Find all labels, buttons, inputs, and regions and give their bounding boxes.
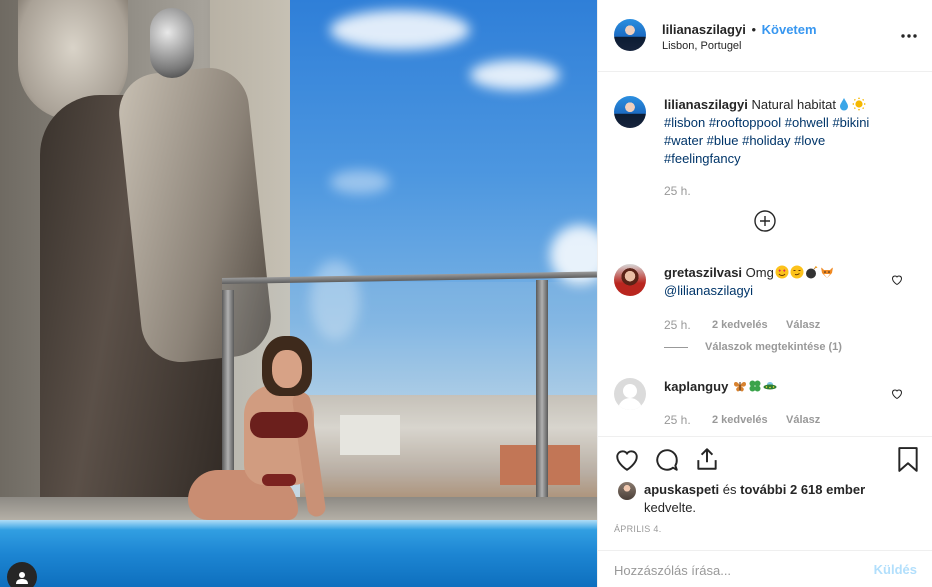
caption: lilianaszilagyi Natural habitat #lisbon …: [664, 96, 914, 168]
submit-comment-button[interactable]: Küldés: [874, 562, 917, 577]
post-photo[interactable]: [0, 0, 597, 587]
author-line: lilianaszilagyi • Követem: [662, 22, 817, 37]
pool-water: [0, 520, 597, 587]
bomb-emoji: [805, 265, 818, 279]
comment-form: Küldés: [598, 550, 932, 587]
liker-avatar[interactable]: [618, 482, 636, 500]
comment-likes[interactable]: 2 kedvelés: [712, 319, 768, 331]
post-side-panel: lilianaszilagyi • Követem Lisbon, Portug…: [597, 0, 932, 587]
hashtag-link[interactable]: #holiday: [742, 133, 790, 148]
location-link[interactable]: Lisbon, Portugel: [662, 40, 742, 52]
caption-avatar[interactable]: [614, 96, 646, 128]
hashtag-link[interactable]: #rooftoppool: [709, 115, 781, 130]
comment-username[interactable]: gretaszilvasi: [664, 265, 742, 280]
comment-item: gretaszilvasi Omg @lilianaszilagyi: [664, 264, 889, 300]
fox-emoji: [820, 267, 833, 278]
caption-username[interactable]: lilianaszilagyi: [664, 97, 748, 112]
comment-icon[interactable]: [654, 447, 680, 473]
cloud: [330, 10, 470, 50]
ufo-emoji: [763, 382, 777, 390]
reply-button[interactable]: Válasz: [786, 414, 820, 426]
post-date[interactable]: ÁPRILIS 4.: [614, 524, 662, 534]
follow-button[interactable]: Követem: [762, 22, 817, 37]
commenter-avatar[interactable]: [614, 378, 646, 410]
like-comment-icon[interactable]: [891, 388, 903, 400]
droplet-emoji: [840, 98, 849, 111]
author-username[interactable]: lilianaszilagyi: [662, 22, 746, 37]
woman-face: [272, 350, 302, 388]
bookmark-icon[interactable]: [897, 447, 919, 473]
more-options-icon[interactable]: [899, 26, 919, 46]
other-likers-link[interactable]: további 2 618 ember: [740, 482, 865, 497]
comment-username[interactable]: kaplanguy: [664, 379, 728, 394]
follow-separator: •: [751, 22, 757, 37]
reply-button[interactable]: Válasz: [786, 319, 820, 331]
mention-link[interactable]: @lilianaszilagyi: [664, 283, 753, 298]
share-icon[interactable]: [694, 446, 720, 472]
post-header: lilianaszilagyi • Követem Lisbon, Portug…: [598, 0, 932, 72]
caption-timestamp[interactable]: 25 h.: [664, 184, 691, 198]
tagged-user-icon[interactable]: [7, 562, 37, 587]
railing-post: [222, 290, 234, 500]
commenter-avatar[interactable]: [614, 264, 646, 296]
railing-post: [536, 280, 548, 500]
hashtag-link[interactable]: #blue: [707, 133, 739, 148]
like-comment-icon[interactable]: [891, 274, 903, 286]
cloud: [330, 170, 390, 194]
likes-connector: és: [722, 482, 737, 497]
comment-input[interactable]: [614, 560, 854, 580]
cloud: [470, 60, 560, 90]
hashtag-link[interactable]: #water: [664, 133, 703, 148]
heart-icon[interactable]: [614, 447, 640, 473]
author-avatar[interactable]: [614, 19, 646, 51]
caption-text: Natural habitat: [751, 97, 837, 112]
comment-timestamp[interactable]: 25 h.: [664, 318, 691, 332]
hashtag-link[interactable]: #ohwell: [785, 115, 829, 130]
heart-eyes-emoji: [775, 265, 789, 279]
microphone: [150, 8, 194, 78]
sun-emoji: [852, 97, 867, 111]
butterfly-emoji: [733, 381, 746, 392]
hashtag-link[interactable]: #feelingfancy: [664, 151, 741, 166]
comment-timestamp[interactable]: 25 h.: [664, 413, 691, 427]
bikini-bottom: [262, 474, 296, 486]
smirk-emoji: [790, 265, 804, 279]
hashtag-link[interactable]: #bikini: [832, 115, 869, 130]
bikini-top: [250, 412, 308, 438]
hashtag-link[interactable]: #lisbon: [664, 115, 705, 130]
clover-emoji: [749, 380, 761, 392]
likes-summary: apuskaspeti és további 2 618 ember kedve…: [644, 481, 924, 517]
replies-divider: [664, 347, 688, 348]
comments-list[interactable]: lilianaszilagyi Natural habitat #lisbon …: [598, 72, 932, 436]
comment-item: kaplanguy: [664, 378, 889, 396]
hashtag-link[interactable]: #love: [794, 133, 825, 148]
comment-likes[interactable]: 2 kedvelés: [712, 414, 768, 426]
likes-suffix: kedvelte.: [644, 500, 697, 515]
comment-text: Omg: [745, 265, 774, 280]
view-replies-button[interactable]: Válaszok megtekintése (1): [705, 341, 842, 353]
load-more-comments-icon[interactable]: [754, 210, 776, 232]
liker-username[interactable]: apuskaspeti: [644, 482, 719, 497]
